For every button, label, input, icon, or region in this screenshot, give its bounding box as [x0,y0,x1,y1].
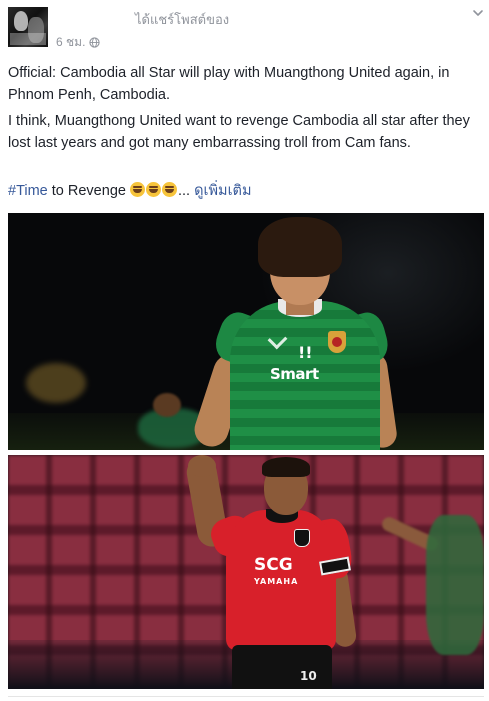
hashtag-link[interactable]: #Time [8,183,48,199]
post-paragraph-1: Official: Cambodia all Star will play wi… [8,65,450,103]
club-crest [294,529,310,547]
post-paragraph-2: I think, Muangthong United want to reven… [8,113,470,151]
divider [8,696,484,697]
post-timestamp[interactable]: 6 ชม. [56,33,85,52]
tears-of-joy-emoji-icon [129,182,145,197]
jersey-sponsor-sub: YAMAHA [254,577,299,586]
post-photo-1[interactable]: !! Smart [8,213,484,450]
post-photo-2[interactable]: SCG YAMAHA 10 [8,455,484,689]
post-paragraph-3: #Time to Revenge ... ดูเพิ่มเติม [8,180,482,202]
post-timestamp-row: 6 ชม. [56,33,101,52]
tears-of-joy-emoji-icon [145,182,161,197]
chevron-down-icon[interactable] [471,6,485,20]
shared-post-label[interactable]: ได้แชร์โพสต์ของ [135,9,229,30]
ellipsis: ... [177,183,191,199]
paragraph-3-text: to Revenge [47,183,130,199]
globe-icon[interactable] [89,37,101,48]
jersey-sponsor: SCG [254,555,293,575]
see-more-link[interactable]: ดูเพิ่มเติม [194,183,251,199]
profile-avatar[interactable] [8,7,48,47]
jersey-sponsor-mark: !! [298,343,313,362]
shirt-number: 10 [300,669,317,683]
background-player [426,515,484,655]
shared-post: ได้แชร์โพสต์ของ 6 ชม. Official: Cambodia… [0,0,489,701]
club-crest [328,331,346,353]
jersey-sponsor: Smart [270,365,319,383]
tears-of-joy-emoji-icon [161,182,177,197]
